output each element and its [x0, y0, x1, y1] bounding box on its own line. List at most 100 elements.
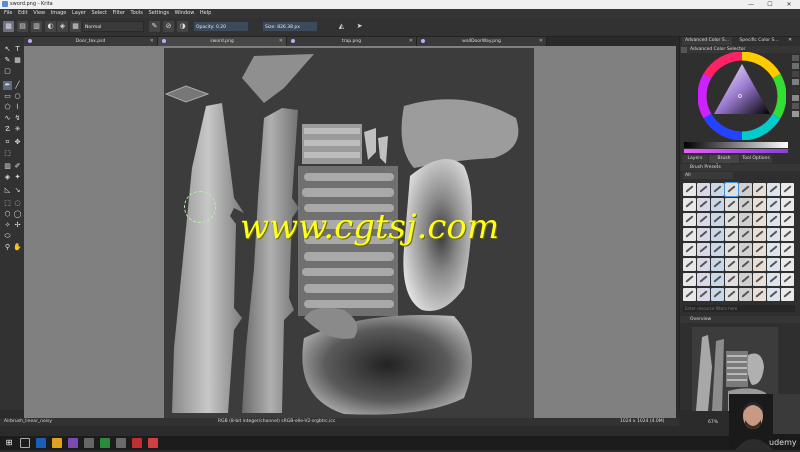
brush-preset-thumbnail[interactable]: [683, 228, 696, 241]
polygon-tool-icon[interactable]: ⬠: [3, 103, 12, 112]
brush-preset-thumbnail[interactable]: [725, 228, 738, 241]
brush-preset-thumbnail[interactable]: [739, 273, 752, 286]
measure-tool-icon[interactable]: ↘: [13, 186, 22, 195]
open-document-icon[interactable]: ▤: [17, 21, 28, 32]
menu-filter[interactable]: Filter: [113, 9, 125, 18]
tag-filter-select[interactable]: All: [683, 172, 733, 179]
menu-image[interactable]: Image: [51, 9, 67, 18]
zoom-level[interactable]: 67%: [708, 420, 718, 425]
brush-preset-thumbnail[interactable]: [781, 228, 794, 241]
brush-preset-thumbnail[interactable]: [767, 288, 780, 301]
save-icon[interactable]: ▥: [31, 21, 42, 32]
menu-window[interactable]: Window: [175, 9, 195, 18]
brush-preset-thumbnail[interactable]: [697, 258, 710, 271]
tab-advanced-color-selector[interactable]: Advanced Color S...: [682, 37, 732, 45]
brush-preset-thumbnail[interactable]: [781, 273, 794, 286]
brush-preset-thumbnail[interactable]: [711, 228, 724, 241]
brush-preset-thumbnail[interactable]: [767, 258, 780, 271]
size-slider[interactable]: Size: 826.38 px: [262, 21, 318, 32]
fill-tool-icon[interactable]: ◈: [3, 173, 12, 182]
polygon-select-icon[interactable]: ⬡: [3, 210, 12, 219]
reference-icon[interactable]: ▢: [3, 67, 12, 76]
brush-preset-thumbnail[interactable]: [767, 273, 780, 286]
pattern-swatch-icon[interactable]: ◈: [57, 21, 68, 32]
crop-tool-icon[interactable]: ⌗: [3, 138, 12, 147]
krita-taskbar-icon[interactable]: [68, 438, 78, 448]
edge-browser-icon[interactable]: [36, 438, 46, 448]
windows-start-icon[interactable]: ⊞: [4, 438, 14, 448]
new-document-icon[interactable]: ▦: [3, 21, 14, 32]
gradient-swatch-icon[interactable]: ◐: [45, 21, 56, 32]
freehand-brush-icon[interactable]: ✒: [3, 81, 12, 90]
brush-preset-thumbnail[interactable]: [753, 288, 766, 301]
color-wheel[interactable]: [697, 51, 787, 141]
brush-preset-thumbnail[interactable]: [725, 258, 738, 271]
eraser-mode-icon[interactable]: ✎: [149, 21, 160, 32]
close-tab-icon[interactable]: ✕: [409, 37, 413, 46]
mirror-horizontal-icon[interactable]: ◭: [336, 21, 347, 32]
brush-preset-thumbnail[interactable]: [683, 183, 696, 196]
minimize-button[interactable]: —: [744, 0, 758, 9]
file-explorer-icon[interactable]: [52, 438, 62, 448]
multibrush-icon[interactable]: ✳: [13, 125, 22, 134]
rectangle-tool-icon[interactable]: ▭: [3, 92, 12, 101]
brush-preset-thumbnail[interactable]: [781, 243, 794, 256]
gradient-tool-icon[interactable]: ▥: [3, 162, 12, 171]
spreadsheet-app-icon[interactable]: [100, 438, 110, 448]
brush-preset-thumbnail[interactable]: [683, 258, 696, 271]
freehand-path-icon[interactable]: ↯: [13, 114, 22, 123]
brush-preset-thumbnail[interactable]: [725, 243, 738, 256]
tab-walldoorway[interactable]: wallDoorWay.png ✕: [417, 37, 547, 46]
tab-trap[interactable]: trap.png ✕: [287, 37, 417, 46]
brush-preset-thumbnail[interactable]: [724, 182, 739, 197]
brush-preset-thumbnail[interactable]: [697, 228, 710, 241]
app-icon[interactable]: [84, 438, 94, 448]
brush-preset-thumbnail[interactable]: [739, 213, 752, 226]
brush-preset-thumbnail[interactable]: [753, 228, 766, 241]
opacity-slider[interactable]: Opacity: 0.20: [193, 21, 249, 32]
brush-preset-thumbnail[interactable]: [711, 273, 724, 286]
brush-preset-thumbnail[interactable]: [767, 198, 780, 211]
edit-shapes-icon[interactable]: ✎: [3, 56, 12, 65]
close-tab-icon[interactable]: ✕: [539, 37, 543, 46]
brush-preset-thumbnail[interactable]: [753, 213, 766, 226]
brush-preset-thumbnail[interactable]: [739, 183, 752, 196]
app-icon[interactable]: [116, 438, 126, 448]
ellipse-tool-icon[interactable]: ○: [13, 92, 22, 101]
brush-preset-thumbnail[interactable]: [753, 183, 766, 196]
brush-preset-thumbnail[interactable]: [739, 288, 752, 301]
brush-preset-thumbnail[interactable]: [711, 183, 724, 196]
media-app-icon[interactable]: [132, 438, 142, 448]
color-history[interactable]: [792, 55, 799, 145]
tab-door-tex[interactable]: Door_tex.psd ✕: [24, 37, 158, 46]
bezier-select-icon[interactable]: ⬭: [3, 232, 12, 241]
brush-preset-thumbnail[interactable]: [697, 288, 710, 301]
brush-preset-thumbnail[interactable]: [739, 258, 752, 271]
similar-select-icon[interactable]: ✢: [13, 221, 22, 230]
freehand-select-icon[interactable]: ◯: [13, 210, 22, 219]
brush-preset-thumbnail[interactable]: [739, 198, 752, 211]
menu-view[interactable]: View: [33, 9, 45, 18]
calligraphy-icon[interactable]: ▦: [13, 56, 22, 65]
brush-preset-thumbnail[interactable]: [683, 288, 696, 301]
brush-preset-thumbnail[interactable]: [711, 258, 724, 271]
close-tab-icon[interactable]: ✕: [150, 37, 154, 46]
brush-preset-thumbnail[interactable]: [683, 273, 696, 286]
brush-preset-thumbnail[interactable]: [739, 243, 752, 256]
pan-tool-icon[interactable]: ✋: [13, 243, 22, 252]
brush-preset-thumbnail[interactable]: [683, 198, 696, 211]
preserve-alpha-icon[interactable]: ◑: [177, 21, 188, 32]
tab-sword[interactable]: sword.png ✕: [158, 37, 287, 46]
close-button[interactable]: ✕: [782, 0, 796, 9]
brush-preset-thumbnail[interactable]: [697, 273, 710, 286]
brush-preset-thumbnail[interactable]: [781, 183, 794, 196]
text-tool-icon[interactable]: T: [13, 45, 22, 54]
contiguous-select-icon[interactable]: ✧: [3, 221, 12, 230]
menu-file[interactable]: File: [4, 9, 12, 18]
rect-select-icon[interactable]: ⬚: [3, 199, 12, 208]
brush-preset-thumbnail[interactable]: [739, 228, 752, 241]
menu-select[interactable]: Select: [92, 9, 107, 18]
brush-preset-thumbnail[interactable]: [683, 243, 696, 256]
brush-preset-thumbnail[interactable]: [725, 213, 738, 226]
close-tab-icon[interactable]: ✕: [279, 37, 283, 46]
